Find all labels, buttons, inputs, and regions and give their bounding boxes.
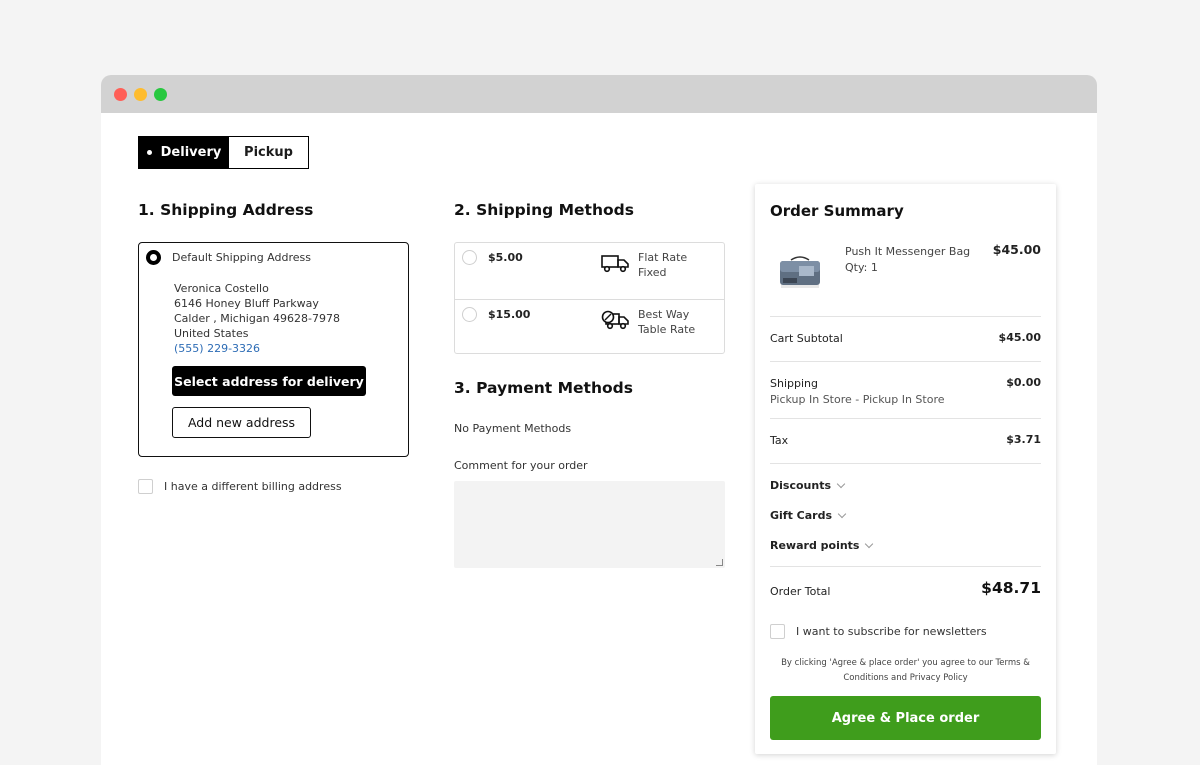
- shipping-option-flat-rate[interactable]: $5.00 Flat Rate Fixed: [455, 243, 724, 299]
- shipping-method-name: Flat Rate Fixed: [638, 250, 687, 280]
- shipping-carrier: Flat Rate: [638, 251, 688, 264]
- shipping-methods-heading: 2. Shipping Methods: [454, 201, 634, 219]
- address-phone-link[interactable]: (555) 229-3326: [174, 341, 340, 356]
- payment-methods-heading: 3. Payment Methods: [454, 379, 633, 397]
- address-details: Veronica Costello 6146 Honey Bluff Parkw…: [174, 281, 340, 356]
- newsletter-checkbox[interactable]: [770, 624, 785, 639]
- terms-line-1: By clicking 'Agree & place order' you ag…: [781, 658, 1030, 668]
- minimize-window-button[interactable]: [134, 88, 147, 101]
- discounts-toggle[interactable]: Discounts: [770, 479, 846, 492]
- product-thumbnail: [780, 256, 820, 288]
- shipping-value: $0.00: [1006, 376, 1041, 389]
- delivery-pickup-toggle: Delivery Pickup: [138, 136, 309, 169]
- cart-subtotal-value: $45.00: [998, 331, 1041, 344]
- select-address-button[interactable]: Select address for delivery: [172, 366, 366, 396]
- billing-address-option: I have a different billing address: [138, 479, 342, 494]
- truck-badge-icon: [601, 310, 629, 330]
- newsletter-label: I want to subscribe for newsletters: [796, 625, 987, 638]
- tax-value: $3.71: [1006, 433, 1041, 446]
- address-city: Calder , Michigan 49628-7978: [174, 312, 341, 325]
- chevron-down-icon: [837, 509, 847, 518]
- tax-label: Tax: [770, 434, 789, 447]
- shipping-address-heading: 1. Shipping Address: [138, 201, 314, 219]
- order-comment-textarea[interactable]: [454, 481, 725, 568]
- gift-cards-label: Gift Cards: [770, 509, 833, 522]
- shipping-price: $15.00: [488, 308, 531, 321]
- order-summary-title: Order Summary: [770, 202, 904, 220]
- address-street: 6146 Honey Bluff Parkway: [174, 297, 319, 310]
- truck-icon: [601, 255, 629, 273]
- discounts-label: Discounts: [770, 479, 831, 492]
- shipping-price: $5.00: [488, 251, 523, 264]
- order-summary-panel: Order Summary Push It Messenger Bag Qty:…: [755, 184, 1056, 754]
- address-country: United States: [174, 327, 249, 340]
- product-price: $45.00: [992, 242, 1041, 257]
- shipping-option-best-way[interactable]: $15.00 Best Way Table Rate: [455, 299, 724, 355]
- add-new-address-button[interactable]: Add new address: [172, 407, 311, 438]
- reward-points-toggle[interactable]: Reward points: [770, 539, 874, 552]
- place-order-button[interactable]: Agree & Place order: [770, 696, 1041, 740]
- chevron-down-icon: [836, 479, 846, 488]
- delivery-tab-label: Delivery: [160, 145, 222, 160]
- maximize-window-button[interactable]: [154, 88, 167, 101]
- summary-divider: [770, 566, 1041, 567]
- product-qty: Qty: 1: [845, 261, 878, 274]
- shipping-method-name: Best Way Table Rate: [638, 307, 695, 337]
- order-total-value: $48.71: [981, 579, 1041, 597]
- shipping-label: Shipping: [770, 377, 818, 390]
- shipping-methods-list: $5.00 Flat Rate Fixed $15.00 Best Way Ta…: [454, 242, 725, 354]
- billing-address-checkbox[interactable]: [138, 479, 153, 494]
- address-radio-selected[interactable]: [146, 250, 161, 265]
- shipping-method-type: Table Rate: [638, 323, 696, 336]
- resize-handle-icon[interactable]: [716, 559, 723, 566]
- chevron-down-icon: [865, 539, 874, 548]
- pickup-tab[interactable]: Pickup: [229, 137, 308, 168]
- shipping-method-type: Fixed: [638, 266, 667, 279]
- newsletter-option: I want to subscribe for newsletters: [770, 624, 987, 639]
- gift-cards-toggle[interactable]: Gift Cards: [770, 509, 847, 522]
- browser-window: Delivery Pickup 1. Shipping Address Defa…: [101, 75, 1097, 765]
- order-total-label: Order Total: [770, 585, 831, 598]
- address-card: Default Shipping Address Veronica Costel…: [138, 242, 409, 457]
- summary-divider: [770, 361, 1041, 362]
- cart-subtotal-label: Cart Subtotal: [770, 332, 843, 345]
- no-payment-methods-text: No Payment Methods: [454, 422, 572, 435]
- reward-points-label: Reward points: [770, 539, 860, 552]
- delivery-tab[interactable]: Delivery: [139, 137, 229, 168]
- address-name: Veronica Costello: [174, 282, 269, 295]
- terms-line-2: Conditions and Privacy Policy: [843, 673, 968, 683]
- product-name: Push It Messenger Bag: [845, 245, 971, 258]
- order-comment-label: Comment for your order: [454, 459, 588, 472]
- close-window-button[interactable]: [114, 88, 127, 101]
- shipping-method-summary: Pickup In Store - Pickup In Store: [770, 393, 945, 406]
- summary-divider: [770, 316, 1041, 317]
- terms-notice: By clicking 'Agree & place order' you ag…: [770, 656, 1041, 686]
- active-bullet-icon: [146, 150, 152, 155]
- shipping-radio[interactable]: [462, 307, 477, 322]
- window-titlebar: [101, 75, 1097, 113]
- product-info: Push It Messenger Bag Qty: 1: [845, 244, 970, 276]
- pickup-tab-label: Pickup: [244, 145, 293, 160]
- shipping-radio[interactable]: [462, 250, 477, 265]
- shipping-carrier: Best Way: [638, 308, 690, 321]
- summary-divider: [770, 418, 1041, 419]
- summary-divider: [770, 463, 1041, 464]
- billing-address-label: I have a different billing address: [164, 480, 342, 493]
- address-card-title: Default Shipping Address: [172, 251, 311, 264]
